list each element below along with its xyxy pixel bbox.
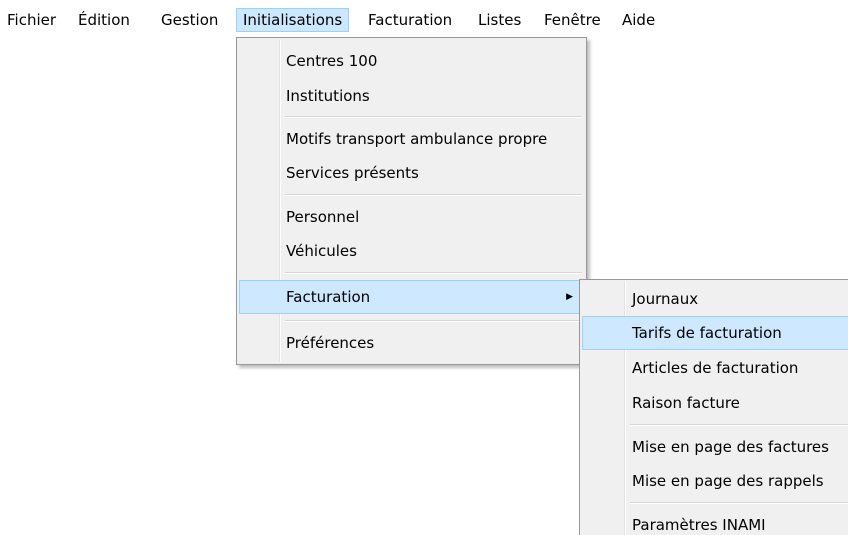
menu-fenetre[interactable]: Fenêtre [544,9,601,31]
menu-item-label: Préférences [286,334,375,352]
menu-separator [285,116,582,118]
menu-item-vehicules[interactable]: Véhicules [239,234,584,268]
menu-item-centres-100[interactable]: Centres 100 [239,44,584,78]
menu-aide[interactable]: Aide [622,9,655,31]
menu-item-label: Centres 100 [286,52,378,70]
submenu-item-tarifs-facturation[interactable]: Tarifs de facturation [582,316,848,350]
menu-item-label: Journaux [632,290,699,308]
submenu-item-raison-facture[interactable]: Raison facture [582,386,848,420]
menu-separator [630,502,848,504]
menu-item-label: Paramètres INAMI [632,516,766,534]
menu-item-label: Institutions [286,87,370,105]
menu-item-label: Facturation [286,288,371,306]
menu-fichier[interactable]: Fichier [7,9,56,31]
menu-item-personnel[interactable]: Personnel [239,200,584,234]
menu-item-label: Mise en page des rappels [632,472,824,490]
menu-item-preferences[interactable]: Préférences [239,326,584,360]
menu-bar: Fichier Édition Gestion Initialisations … [0,0,848,36]
menu-separator [285,272,582,274]
submenu-item-articles-facturation[interactable]: Articles de facturation [582,351,848,385]
submenu-item-mise-en-page-rappels[interactable]: Mise en page des rappels [582,464,848,498]
menu-item-label: Services présents [286,164,419,182]
menu-item-institutions[interactable]: Institutions [239,79,584,113]
menu-gestion[interactable]: Gestion [161,9,218,31]
menu-separator [285,320,582,322]
menu-item-services-presents[interactable]: Services présents [239,156,584,190]
menu-initialisations[interactable]: Initialisations [236,8,350,32]
initialisations-dropdown: Centres 100 Institutions Motifs transpor… [236,37,587,365]
menu-item-label: Mise en page des factures [632,438,829,456]
menu-separator [285,194,582,196]
menu-item-label: Personnel [286,208,360,226]
menu-listes[interactable]: Listes [478,9,521,31]
menu-facturation[interactable]: Facturation [368,9,452,31]
chevron-right-icon: ▶ [566,292,573,302]
submenu-item-journaux[interactable]: Journaux [582,282,848,316]
menu-item-motifs-transport[interactable]: Motifs transport ambulance propre [239,122,584,156]
application-window: Fichier Édition Gestion Initialisations … [0,0,848,535]
submenu-item-mise-en-page-factures[interactable]: Mise en page des factures [582,430,848,464]
menu-item-label: Véhicules [286,242,357,260]
menu-separator [630,424,848,426]
facturation-submenu: Journaux Tarifs de facturation Articles … [579,279,848,535]
menu-item-label: Motifs transport ambulance propre [286,130,548,148]
menu-item-label: Raison facture [632,394,740,412]
menu-item-facturation[interactable]: Facturation ▶ [239,280,584,314]
submenu-item-parametres-inami[interactable]: Paramètres INAMI [582,508,848,535]
menu-item-label: Tarifs de facturation [632,324,782,342]
menu-edition[interactable]: Édition [78,9,130,31]
menu-item-label: Articles de facturation [632,359,799,377]
